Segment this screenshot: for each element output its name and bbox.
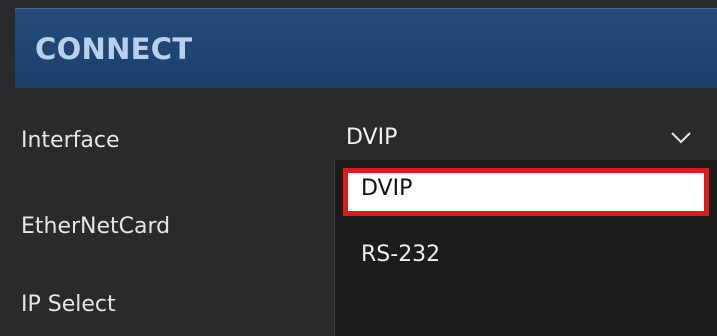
chevron-down-icon[interactable] [670, 130, 692, 144]
ethernet-card-label: EtherNetCard [21, 214, 171, 239]
dropdown-option-label: DVIP [361, 176, 413, 201]
dropdown-option-dvip[interactable]: DVIP [343, 168, 709, 216]
interface-select-value: DVIP [346, 125, 398, 150]
dropdown-option-label: RS-232 [361, 242, 441, 267]
dropdown-option-rs232[interactable]: RS-232 [343, 232, 709, 280]
connect-panel: CONNECT Interface EtherNetCard IP Select… [0, 0, 717, 336]
page-title: CONNECT [35, 32, 193, 66]
interface-label: Interface [21, 128, 120, 153]
panel-header: CONNECT [15, 8, 717, 89]
interface-select[interactable]: DVIP [332, 116, 717, 160]
ip-select-label: IP Select [21, 292, 116, 317]
interface-dropdown-menu: DVIP RS-232 [334, 160, 717, 336]
